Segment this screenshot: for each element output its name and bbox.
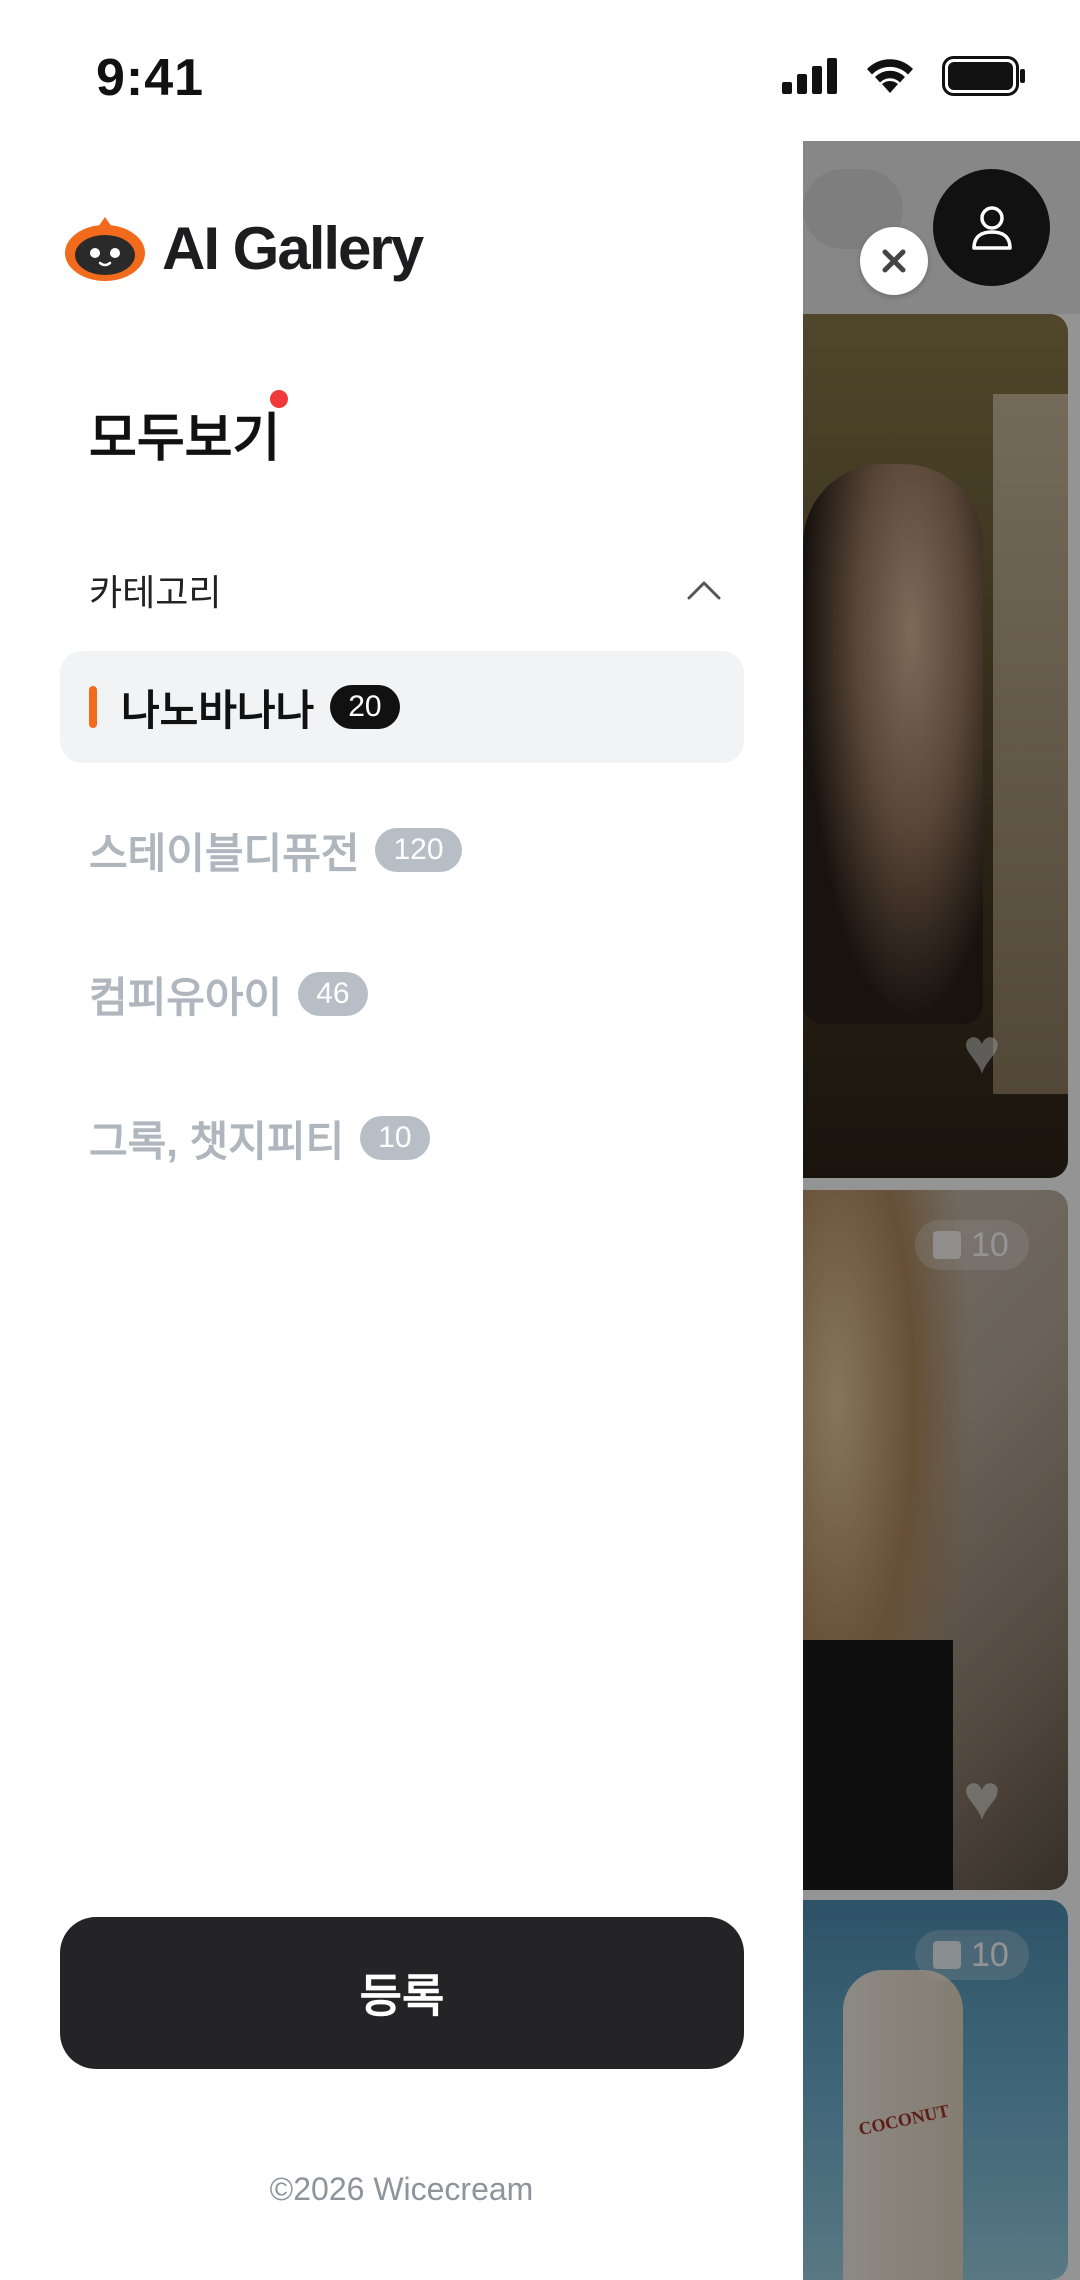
logo-icon <box>65 217 145 281</box>
category-title: 카테고리 <box>89 572 222 613</box>
register-button[interactable]: 등록 <box>60 1917 744 2069</box>
category-item-nanobanana[interactable]: 나노바나나 20 <box>60 651 744 763</box>
copyright-text: ©2026 Wicecream <box>269 2171 534 2207</box>
status-bar: 9:41 <box>0 0 1080 141</box>
category-count-badge: 10 <box>360 1116 430 1160</box>
drawer-overlay[interactable] <box>803 141 1080 2280</box>
chevron-up-icon[interactable] <box>687 580 721 600</box>
app-logo[interactable]: AI Gallery <box>62 213 424 283</box>
status-time: 9:41 <box>96 49 205 107</box>
category-label: 스테이블디퓨전 <box>89 829 360 877</box>
category-label: 나노바나나 <box>121 686 315 734</box>
user-icon <box>971 205 1012 250</box>
signal-icon <box>782 58 837 94</box>
category-count-badge: 120 <box>375 828 462 872</box>
category-item-stable-diffusion[interactable]: 스테이블디퓨전 120 <box>60 794 744 906</box>
app-title: AI Gallery <box>162 214 424 282</box>
notification-dot <box>270 390 288 408</box>
close-icon <box>882 249 906 273</box>
wifi-icon <box>867 59 913 93</box>
category-label: 그록, 챗지피티 <box>89 1117 345 1165</box>
category-count-badge: 20 <box>330 685 400 729</box>
status-icons <box>782 56 1026 96</box>
profile-button[interactable] <box>933 169 1050 286</box>
battery-icon <box>942 56 1025 96</box>
category-item-comfyui[interactable]: 컴피유아이 46 <box>60 938 744 1050</box>
category-item-grok-chatgpt[interactable]: 그록, 챗지피티 10 <box>60 1082 744 1194</box>
view-all-link[interactable]: 모두보기 <box>89 396 280 471</box>
category-label: 컴피유아이 <box>89 973 283 1021</box>
active-indicator <box>89 686 97 728</box>
category-count-badge: 46 <box>298 972 368 1016</box>
navigation-drawer: AI Gallery 모두보기 카테고리 나노바나나 20 스테이블디퓨전 12… <box>0 141 803 2280</box>
category-section-header[interactable]: 카테고리 <box>89 564 721 616</box>
close-drawer-button[interactable] <box>860 227 928 295</box>
